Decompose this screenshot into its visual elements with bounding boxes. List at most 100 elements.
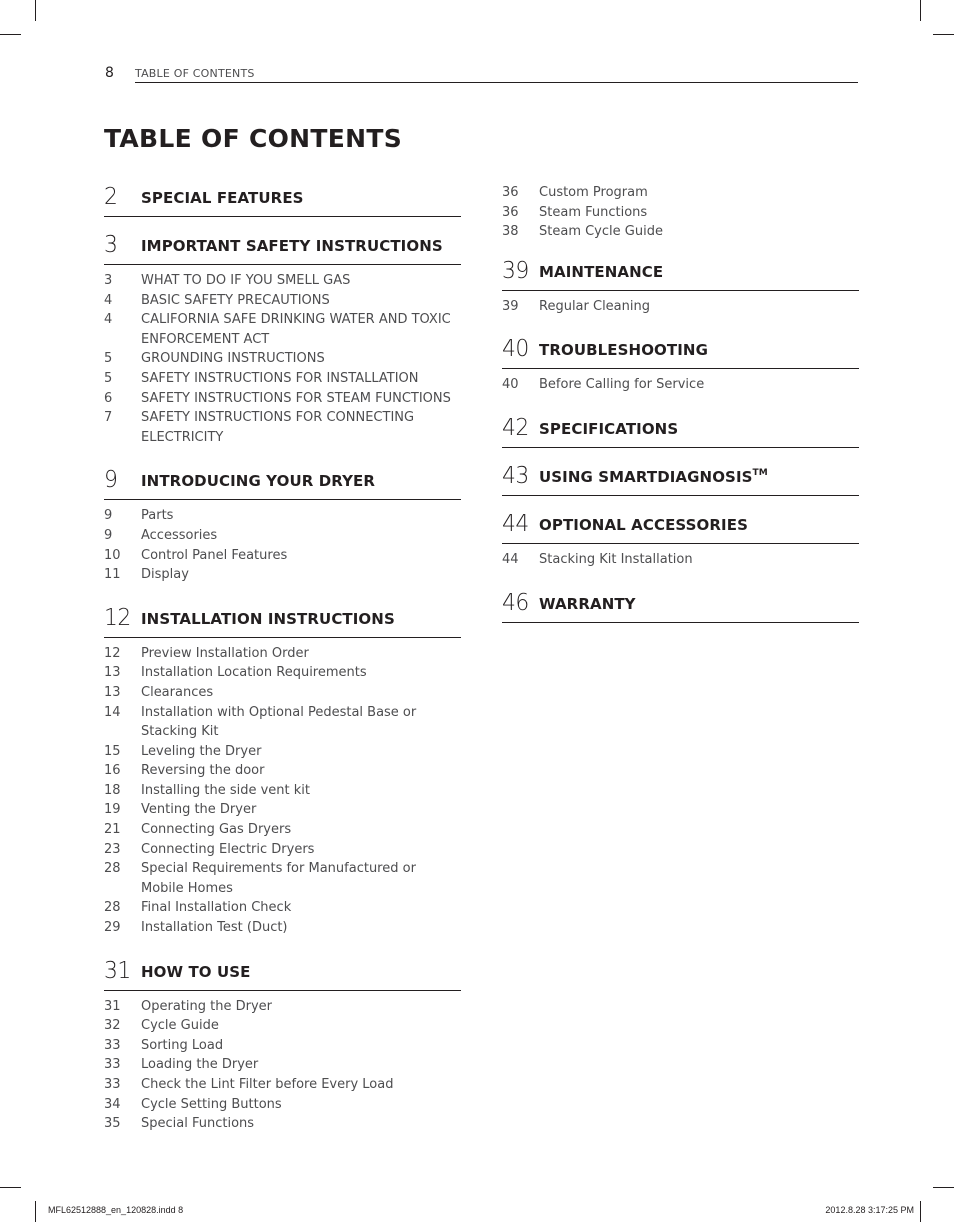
section-heading[interactable]: 44 OPTIONAL ACCESSORIES bbox=[502, 507, 859, 544]
toc-entry[interactable]: 36 Steam Functions bbox=[502, 203, 859, 223]
toc-entry[interactable]: 32 Cycle Guide bbox=[104, 1016, 461, 1036]
toc-entry[interactable]: 18 Installing the side vent kit bbox=[104, 781, 461, 801]
toc-entry[interactable]: 33 Check the Lint Filter before Every Loa… bbox=[104, 1075, 461, 1095]
toc-entry[interactable]: 35 Special Functions bbox=[104, 1114, 461, 1134]
toc-entry[interactable]: 15 Leveling the Dryer bbox=[104, 742, 461, 762]
toc-entry[interactable]: 29 Installation Test (Duct) bbox=[104, 918, 461, 938]
toc-entry[interactable]: 36 Custom Program bbox=[502, 183, 859, 203]
crop-mark bbox=[35, 0, 36, 21]
entry-page-number: 4 bbox=[104, 312, 113, 328]
entry-page-number: 34 bbox=[104, 1096, 121, 1112]
toc-entry[interactable]: 11 Display bbox=[104, 565, 461, 585]
toc-entry[interactable]: 9 Accessories bbox=[104, 526, 461, 546]
entry-label: Special Functions bbox=[141, 1116, 255, 1132]
entry-label: Accessories bbox=[141, 527, 218, 543]
toc-entry[interactable]: 4 BASIC SAFETY PRECAUTIONS bbox=[104, 291, 461, 311]
entry-page-number: 35 bbox=[104, 1116, 121, 1132]
entry-label: Reversing the door bbox=[141, 763, 265, 779]
section-heading[interactable]: 9 INTRODUCING YOUR DRYER bbox=[104, 463, 461, 501]
section-title-text: USING SMARTDIAGNOSIS bbox=[539, 467, 753, 486]
section-title-text: SPECIAL FEATURES bbox=[141, 189, 304, 207]
page-number: 8 bbox=[105, 65, 114, 81]
entry-label: Steam Functions bbox=[539, 204, 648, 220]
entry-page-number: 36 bbox=[502, 204, 519, 220]
running-head-title: TABLE OF CONTENTS bbox=[135, 67, 255, 80]
crop-mark bbox=[933, 34, 954, 35]
toc-entry[interactable]: 40 Before Calling for Service bbox=[502, 375, 859, 395]
toc-entry[interactable]: 13 Installation Location Requirements bbox=[104, 663, 461, 683]
section-heading[interactable]: 31 HOW TO USE bbox=[104, 954, 461, 991]
entry-page-number: 33 bbox=[104, 1037, 121, 1053]
toc-entry[interactable]: 10 Control Panel Features bbox=[104, 546, 461, 566]
trademark-sup: TM bbox=[752, 467, 768, 478]
section-entries: 44 Stacking Kit Installation bbox=[502, 544, 859, 570]
toc-entry[interactable]: 9 Parts bbox=[104, 506, 461, 526]
entry-label: Control Panel Features bbox=[141, 547, 288, 563]
toc-entry[interactable]: 5 GROUNDING INSTRUCTIONS bbox=[104, 349, 461, 369]
toc-entry[interactable]: 38 Steam Cycle Guide bbox=[502, 222, 859, 242]
entry-page-number: 36 bbox=[502, 185, 519, 200]
entry-label: Cycle Guide bbox=[141, 1018, 219, 1034]
toc-entry[interactable]: 14 Installation with Optional Pedestal Ba… bbox=[104, 703, 461, 742]
section-title: SPECIFICATIONS bbox=[539, 420, 678, 438]
entry-page-number: 21 bbox=[104, 822, 121, 838]
entry-label: Steam Cycle Guide bbox=[539, 224, 663, 240]
entry-page-number: 16 bbox=[104, 763, 121, 779]
toc-entry[interactable]: 3 WHAT TO DO IF YOU SMELL GAS bbox=[104, 271, 461, 291]
toc-entry[interactable]: 12 Preview Installation Order bbox=[104, 644, 461, 664]
section-heading[interactable]: 2 SPECIAL FEATURES bbox=[104, 180, 461, 217]
entry-page-number: 5 bbox=[104, 370, 113, 386]
entry-label: Before Calling for Service bbox=[539, 377, 705, 393]
section-heading[interactable]: 3 IMPORTANT SAFETY INSTRUCTIONS bbox=[104, 228, 461, 265]
section-heading[interactable]: 46 WARRANTY bbox=[502, 586, 859, 623]
toc-left-column: 2 SPECIAL FEATURES 3 IMPORTANT SAFETY INSTR… bbox=[104, 180, 461, 1134]
entry-label: Loading the Dryer bbox=[141, 1057, 259, 1073]
toc-section: 2 SPECIAL FEATURES bbox=[104, 180, 461, 228]
section-title: USING SMARTDIAGNOSISTM bbox=[539, 468, 768, 486]
toc-entry[interactable]: 34 Cycle Setting Buttons bbox=[104, 1095, 461, 1115]
toc-entry[interactable]: 31 Operating the Dryer bbox=[104, 997, 461, 1017]
section-entries: 12 Preview Installation Order 13 Installati… bbox=[104, 638, 461, 938]
entry-label: Installation Test (Duct) bbox=[141, 920, 288, 936]
toc-section: 39 MAINTENANCE 39 Regular Cleaning bbox=[502, 254, 859, 333]
section-heading[interactable]: 42 SPECIFICATIONS bbox=[502, 411, 859, 448]
toc-entry[interactable]: 44 Stacking Kit Installation bbox=[502, 550, 859, 570]
entry-label: Stacking Kit Installation bbox=[539, 551, 693, 567]
entry-label: Custom Program bbox=[539, 185, 648, 200]
toc-entry[interactable]: 5 SAFETY INSTRUCTIONS FOR INSTALLATION bbox=[104, 369, 461, 389]
section-title: IMPORTANT SAFETY INSTRUCTIONS bbox=[141, 237, 443, 255]
entry-page-number: 13 bbox=[104, 665, 121, 681]
section-heading[interactable]: 39 MAINTENANCE bbox=[502, 254, 859, 291]
section-page-number: 39 bbox=[502, 257, 529, 284]
toc-entry[interactable]: 39 Regular Cleaning bbox=[502, 297, 859, 317]
section-heading[interactable]: 12 INSTALLATION INSTRUCTIONS bbox=[104, 601, 461, 638]
toc-entry[interactable]: 28 Final Installation Check bbox=[104, 898, 461, 918]
toc-entry[interactable]: 16 Reversing the door bbox=[104, 761, 461, 781]
entry-page-number: 29 bbox=[104, 920, 121, 936]
toc-section: 3 IMPORTANT SAFETY INSTRUCTIONS 3 WHAT TO D… bbox=[104, 228, 461, 463]
entry-label: Installing the side vent kit bbox=[141, 782, 310, 798]
toc-entry[interactable]: 19 Venting the Dryer bbox=[104, 800, 461, 820]
toc-entry[interactable]: 13 Clearances bbox=[104, 683, 461, 703]
entry-page-number: 31 bbox=[104, 998, 121, 1014]
toc-entry[interactable]: 33 Loading the Dryer bbox=[104, 1055, 461, 1075]
toc-entry[interactable]: 28 Special Requirements for Manufactured … bbox=[104, 859, 461, 898]
entry-page-number: 19 bbox=[104, 802, 121, 818]
entry-page-number: 11 bbox=[104, 567, 121, 583]
section-page-number: 2 bbox=[104, 184, 118, 210]
entry-label: CALIFORNIA SAFE DRINKING WATER AND TOXIC… bbox=[141, 312, 451, 347]
toc-entry[interactable]: 23 Connecting Electric Dryers bbox=[104, 840, 461, 860]
toc-entry[interactable]: 6 SAFETY INSTRUCTIONS FOR STEAM FUNCTIONS bbox=[104, 389, 461, 409]
entry-page-number: 40 bbox=[502, 377, 519, 393]
entry-page-number: 39 bbox=[502, 298, 519, 314]
toc-entry[interactable]: 21 Connecting Gas Dryers bbox=[104, 820, 461, 840]
toc-entry[interactable]: 7 SAFETY INSTRUCTIONS FOR CONNECTING ELEC… bbox=[104, 408, 461, 447]
entry-page-number: 32 bbox=[104, 1018, 121, 1034]
toc-entry[interactable]: 4 CALIFORNIA SAFE DRINKING WATER AND TOXI… bbox=[104, 310, 461, 349]
crop-mark bbox=[920, 1201, 921, 1222]
section-title: OPTIONAL ACCESSORIES bbox=[539, 516, 748, 534]
section-heading[interactable]: 43 USING SMARTDIAGNOSISTM bbox=[502, 459, 859, 496]
section-heading[interactable]: 40 TROUBLESHOOTING bbox=[502, 332, 859, 370]
toc-entry[interactable]: 33 Sorting Load bbox=[104, 1036, 461, 1056]
entry-label: Operating the Dryer bbox=[141, 998, 272, 1014]
